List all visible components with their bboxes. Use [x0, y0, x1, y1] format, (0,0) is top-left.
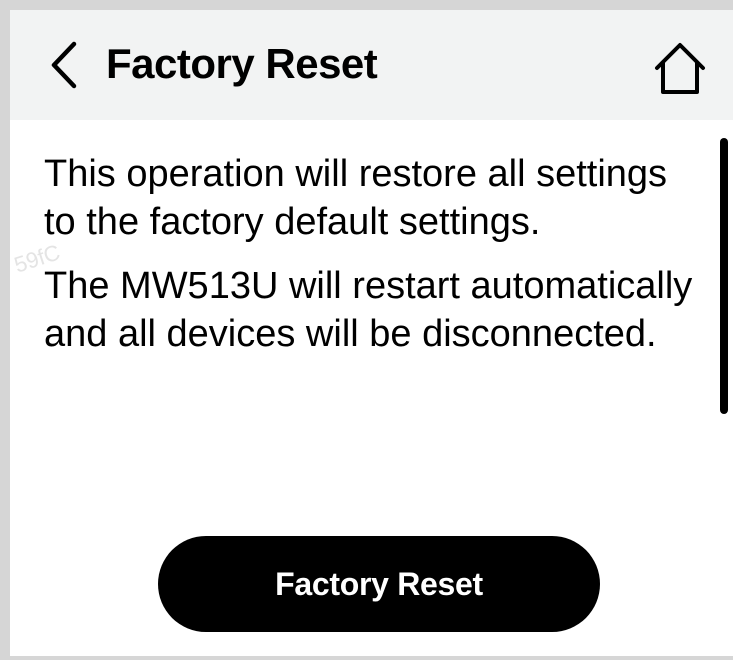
screen: Factory Reset 59fC This operation will r… — [0, 0, 733, 660]
home-icon — [655, 43, 705, 94]
back-button[interactable] — [40, 40, 90, 90]
page-title: Factory Reset — [106, 40, 378, 87]
scrollbar-thumb[interactable] — [720, 138, 728, 414]
warning-paragraph-2: The MW513U will restart automatically an… — [44, 265, 693, 355]
scrollbar[interactable] — [718, 130, 730, 650]
home-button[interactable] — [650, 40, 710, 96]
factory-reset-button[interactable]: Factory Reset — [158, 536, 600, 632]
message-body: This operation will restore all settings… — [44, 150, 694, 358]
warning-paragraph-1: This operation will restore all settings… — [44, 153, 668, 243]
chevron-left-icon — [51, 41, 77, 89]
top-bar: Factory Reset — [10, 10, 733, 120]
